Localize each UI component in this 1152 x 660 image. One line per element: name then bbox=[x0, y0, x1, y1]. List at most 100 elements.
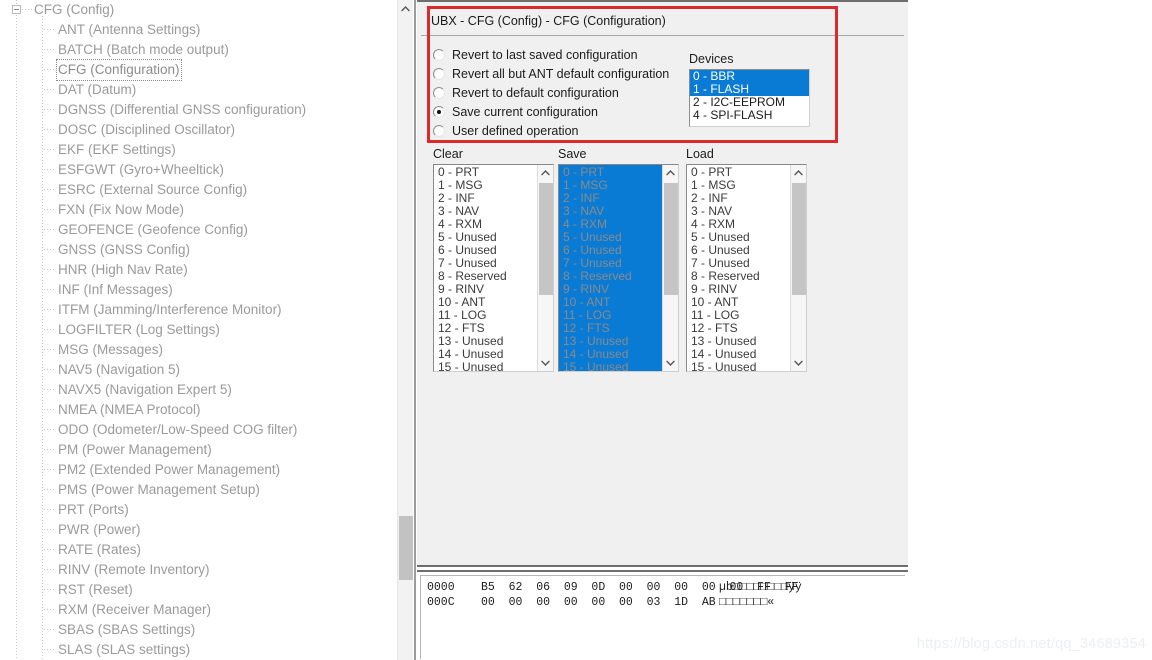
content-panel-bottom-edge bbox=[417, 565, 908, 567]
tree-branch-line bbox=[44, 49, 55, 50]
tree-item-label: RATE (Rates) bbox=[58, 540, 141, 560]
clear-listbox-scrollbar[interactable] bbox=[537, 165, 553, 371]
tree-item-esfgwt[interactable]: ESFGWT (Gyro+Wheeltick) bbox=[0, 160, 397, 180]
scroll-up-chevron-icon[interactable] bbox=[663, 165, 678, 181]
scroll-up-chevron-icon[interactable] bbox=[538, 165, 553, 181]
mask-item-15[interactable]: 15 - Unused bbox=[687, 361, 791, 372]
clear-mask-listbox[interactable]: 0 - PRT1 - MSG2 - INF3 - NAV4 - RXM5 - U… bbox=[433, 164, 554, 372]
scroll-down-chevron-icon[interactable] bbox=[791, 355, 806, 371]
scroll-down-chevron-icon[interactable] bbox=[663, 355, 678, 371]
load-mask-items: 0 - PRT1 - MSG2 - INF3 - NAV4 - RXM5 - U… bbox=[687, 166, 791, 372]
tree-item-dat[interactable]: DAT (Datum) bbox=[0, 80, 397, 100]
tree-branch-line bbox=[44, 89, 55, 90]
tree-branch-line bbox=[44, 509, 55, 510]
tree-item-rst[interactable]: RST (Reset) bbox=[0, 580, 397, 600]
tree-branch-line bbox=[44, 409, 55, 410]
tree-item-label: NMEA (NMEA Protocol) bbox=[58, 400, 201, 420]
tree-item-label: NAV5 (Navigation 5) bbox=[58, 360, 180, 380]
tree-item-fxn[interactable]: FXN (Fix Now Mode) bbox=[0, 200, 397, 220]
radio-option-3[interactable]: Save current configuration bbox=[433, 103, 669, 121]
tree-item-rinv[interactable]: RINV (Remote Inventory) bbox=[0, 560, 397, 580]
scrollbar-thumb[interactable] bbox=[399, 516, 413, 580]
radio-option-label: Revert to last saved configuration bbox=[452, 48, 638, 62]
radio-option-2[interactable]: Revert to default configuration bbox=[433, 84, 669, 102]
title-divider bbox=[421, 35, 904, 36]
radio-button-indicator[interactable] bbox=[433, 87, 445, 99]
tree-item-odo[interactable]: ODO (Odometer/Low-Speed COG filter) bbox=[0, 420, 397, 440]
radio-option-1[interactable]: Revert all but ANT default configuration bbox=[433, 65, 669, 83]
tree-item-msg[interactable]: MSG (Messages) bbox=[0, 340, 397, 360]
tree-branch-line bbox=[44, 109, 55, 110]
tree-item-label: ODO (Odometer/Low-Speed COG filter) bbox=[58, 420, 297, 440]
scrollbar-thumb[interactable] bbox=[539, 183, 553, 295]
tree-item-label: HNR (High Nav Rate) bbox=[58, 260, 188, 280]
tree-item-pwr[interactable]: PWR (Power) bbox=[0, 520, 397, 540]
tree-item-label: MSG (Messages) bbox=[58, 340, 163, 360]
tree-item-gnss[interactable]: GNSS (GNSS Config) bbox=[0, 240, 397, 260]
load-mask-block: Load 0 - PRT1 - MSG2 - INF3 - NAV4 - RXM… bbox=[686, 147, 807, 372]
hex-offset: 0000 bbox=[427, 580, 481, 595]
hex-bytes: 00 00 00 00 00 00 03 1D AB bbox=[481, 595, 719, 610]
tree-item-prt[interactable]: PRT (Ports) bbox=[0, 500, 397, 520]
tree-item-logfilter[interactable]: LOGFILTER (Log Settings) bbox=[0, 320, 397, 340]
message-tree-panel[interactable]: CFG (Config)ANT (Antenna Settings)BATCH … bbox=[0, 0, 397, 660]
radio-option-0[interactable]: Revert to last saved configuration bbox=[433, 46, 669, 64]
tree-item-nmea[interactable]: NMEA (NMEA Protocol) bbox=[0, 400, 397, 420]
tree-item-geofence[interactable]: GEOFENCE (Geofence Config) bbox=[0, 220, 397, 240]
configuration-action-radio-group[interactable]: Revert to last saved configuration Revert… bbox=[433, 46, 669, 141]
tree-item-root[interactable]: CFG (Config) bbox=[0, 0, 397, 20]
load-listbox-scrollbar[interactable] bbox=[790, 165, 806, 371]
tree-item-label: DOSC (Disciplined Oscillator) bbox=[58, 120, 235, 140]
tree-item-batch[interactable]: BATCH (Batch mode output) bbox=[0, 40, 397, 60]
save-listbox-scrollbar[interactable] bbox=[662, 165, 678, 371]
tree-item-sbas[interactable]: SBAS (SBAS Settings) bbox=[0, 620, 397, 640]
tree-item-navx5[interactable]: NAVX5 (Navigation Expert 5) bbox=[0, 380, 397, 400]
tree-item-label: ESRC (External Source Config) bbox=[58, 180, 247, 200]
tree-branch-line bbox=[44, 609, 55, 610]
tree-expander-collapse-icon[interactable] bbox=[12, 5, 21, 14]
tree-branch-line bbox=[44, 389, 55, 390]
scrollbar-thumb[interactable] bbox=[792, 183, 806, 295]
scroll-up-chevron-icon[interactable] bbox=[398, 0, 413, 17]
tree-item-rate[interactable]: RATE (Rates) bbox=[0, 540, 397, 560]
tree-item-itfm[interactable]: ITFM (Jamming/Interference Monitor) bbox=[0, 300, 397, 320]
tree-vertical-scrollbar[interactable] bbox=[397, 0, 413, 660]
tree-item-label: CFG (Config) bbox=[34, 0, 114, 20]
radio-button-indicator[interactable] bbox=[433, 68, 445, 80]
scroll-up-chevron-icon[interactable] bbox=[791, 165, 806, 181]
hex-bytes: B5 62 06 09 0D 00 00 00 00 00 FF FF bbox=[481, 580, 719, 595]
save-mask-listbox[interactable]: 0 - PRT1 - MSG2 - INF3 - NAV4 - RXM5 - U… bbox=[558, 164, 679, 372]
tree-item-dosc[interactable]: DOSC (Disciplined Oscillator) bbox=[0, 120, 397, 140]
mask-item-15[interactable]: 15 - Unused bbox=[559, 361, 663, 372]
tree-item-pms[interactable]: PMS (Power Management Setup) bbox=[0, 480, 397, 500]
scroll-down-chevron-icon[interactable] bbox=[538, 355, 553, 371]
tree-item-dgnss[interactable]: DGNSS (Differential GNSS configuration) bbox=[0, 100, 397, 120]
hex-dump-panel: 0000B5 62 06 09 0D 00 00 00 00 00 FF FFµ… bbox=[417, 570, 908, 660]
tree-item-inf[interactable]: INF (Inf Messages) bbox=[0, 280, 397, 300]
tree-item-label: INF (Inf Messages) bbox=[58, 280, 173, 300]
tree-item-rxm[interactable]: RXM (Receiver Manager) bbox=[0, 600, 397, 620]
tree-item-cfg[interactable]: CFG (Configuration) bbox=[0, 60, 397, 80]
radio-button-indicator[interactable] bbox=[433, 106, 445, 118]
radio-button-indicator[interactable] bbox=[433, 125, 445, 137]
devices-listbox[interactable]: 0 - BBR1 - FLASH2 - I2C-EEPROM4 - SPI-FL… bbox=[689, 69, 810, 127]
radio-button-indicator[interactable] bbox=[433, 49, 445, 61]
panel-splitter[interactable] bbox=[414, 0, 416, 660]
tree-item-esrc[interactable]: ESRC (External Source Config) bbox=[0, 180, 397, 200]
hex-dump-content[interactable]: 0000B5 62 06 09 0D 00 00 00 00 00 FF FFµ… bbox=[420, 575, 905, 659]
hex-offset: 000C bbox=[427, 595, 481, 610]
tree-item-pm[interactable]: PM (Power Management) bbox=[0, 440, 397, 460]
tree-item-pm2[interactable]: PM2 (Extended Power Management) bbox=[0, 460, 397, 480]
tree-item-ant[interactable]: ANT (Antenna Settings) bbox=[0, 20, 397, 40]
load-mask-listbox[interactable]: 0 - PRT1 - MSG2 - INF3 - NAV4 - RXM5 - U… bbox=[686, 164, 807, 372]
tree-item-hnr[interactable]: HNR (High Nav Rate) bbox=[0, 260, 397, 280]
mask-item-15[interactable]: 15 - Unused bbox=[434, 361, 538, 372]
tree-item-ekf[interactable]: EKF (EKF Settings) bbox=[0, 140, 397, 160]
device-option-3[interactable]: 4 - SPI-FLASH bbox=[690, 109, 809, 122]
tree-item-slas[interactable]: SLAS (SLAS settings) bbox=[0, 640, 397, 660]
tree-item-label: NAVX5 (Navigation Expert 5) bbox=[58, 380, 232, 400]
radio-option-4[interactable]: User defined operation bbox=[433, 122, 669, 140]
scrollbar-thumb[interactable] bbox=[664, 183, 678, 295]
tree-item-nav5[interactable]: NAV5 (Navigation 5) bbox=[0, 360, 397, 380]
tree-branch-line bbox=[44, 649, 55, 650]
